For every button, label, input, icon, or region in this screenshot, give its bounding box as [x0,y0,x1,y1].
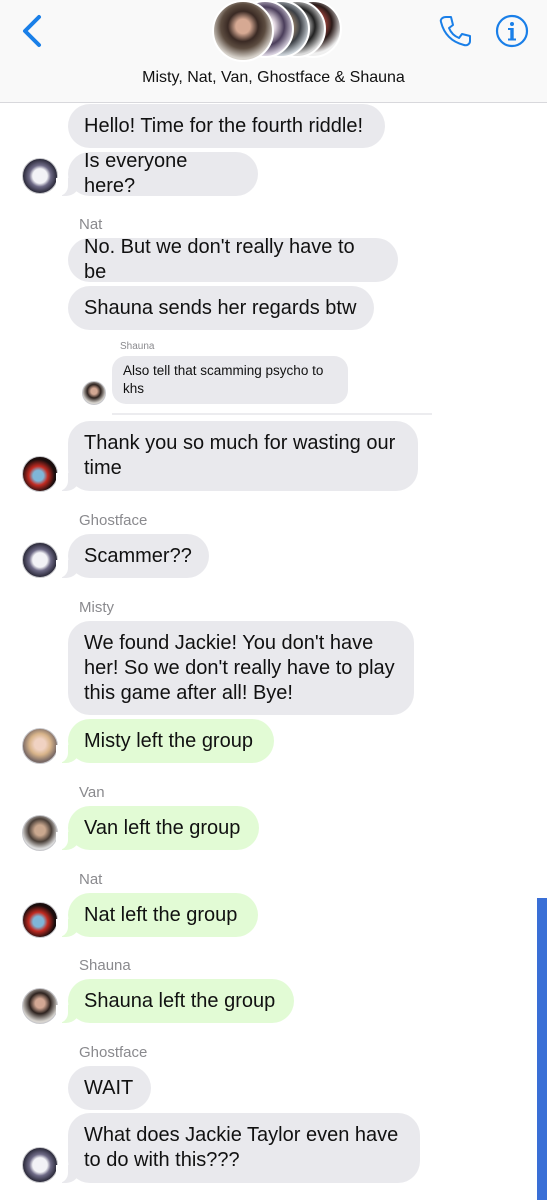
sender-name: Nat [79,216,103,233]
sender-name: Misty [79,599,114,616]
message-bubble[interactable]: Hello! Time for the fourth riddle! [68,104,385,148]
avatar-van[interactable] [22,815,58,851]
system-message-text: Nat left the group [84,903,238,926]
info-icon[interactable] [495,14,529,48]
sender-name: Shauna [79,957,131,974]
message-text: Shauna sends her regards btw [84,296,357,319]
avatar-misty[interactable] [22,728,58,764]
message-bubble[interactable]: Thank you so much for wasting our time [56,421,418,491]
group-avatar-1[interactable] [212,0,274,62]
message-bubble[interactable]: Is everyone here? [56,150,258,197]
phone-icon[interactable] [438,14,472,48]
avatar-nat[interactable] [22,902,58,938]
avatar-shauna-small[interactable] [82,381,106,405]
avatar-ghostface[interactable] [22,542,58,578]
system-message-text: Shauna left the group [84,989,276,1012]
quoted-message-text: Also tell that scamming psycho to khs [123,363,324,396]
message-text: Thank you so much for wasting our time [84,432,396,479]
sender-name: Van [79,784,105,801]
system-message-text: Misty left the group [84,729,253,752]
message-bubble[interactable]: Scammer?? [56,534,209,578]
sender-name: Ghostface [79,512,148,529]
message-bubble[interactable]: Shauna sends her regards btw [68,286,374,330]
message-text: Hello! Time for the fourth riddle! [84,114,364,137]
chevron-left-icon[interactable] [20,14,46,48]
quoted-sender-name: Shauna [120,341,155,352]
message-bubble[interactable]: We found Jackie! You don't have her! So … [68,621,414,715]
system-message-bubble[interactable]: Misty left the group [56,719,274,763]
message-text: What does Jackie Taylor even have to do … [84,1124,399,1171]
message-text: No. But we don't really have to be [84,236,355,283]
sender-name: Ghostface [79,1044,148,1061]
avatar-nat[interactable] [22,456,58,492]
message-text: Scammer?? [84,544,192,567]
message-bubble[interactable]: What does Jackie Taylor even have to do … [56,1113,420,1183]
system-message-bubble[interactable]: Van left the group [56,806,259,850]
avatar-ghostface[interactable] [22,1147,58,1183]
avatar-ghostface[interactable] [22,158,58,194]
scrollbar[interactable] [537,898,547,1200]
chat-header: Misty, Nat, Van, Ghostface & Shauna [0,0,547,103]
group-title[interactable]: Misty, Nat, Van, Ghostface & Shauna [0,69,547,87]
system-message-bubble[interactable]: Shauna left the group [56,979,294,1023]
quote-divider [112,413,432,415]
message-text: We found Jackie! You don't have her! So … [84,631,395,704]
quoted-message-bubble[interactable]: Also tell that scamming psycho to khs [112,356,348,404]
sender-name: Nat [79,871,103,888]
system-message-text: Van left the group [84,816,241,839]
avatar-shauna[interactable] [22,988,58,1024]
system-message-bubble[interactable]: Nat left the group [56,893,258,937]
message-text: WAIT [84,1076,134,1099]
message-text: Is everyone here? [84,150,188,197]
message-bubble[interactable]: WAIT [68,1066,151,1110]
message-bubble[interactable]: No. But we don't really have to be [68,236,398,283]
